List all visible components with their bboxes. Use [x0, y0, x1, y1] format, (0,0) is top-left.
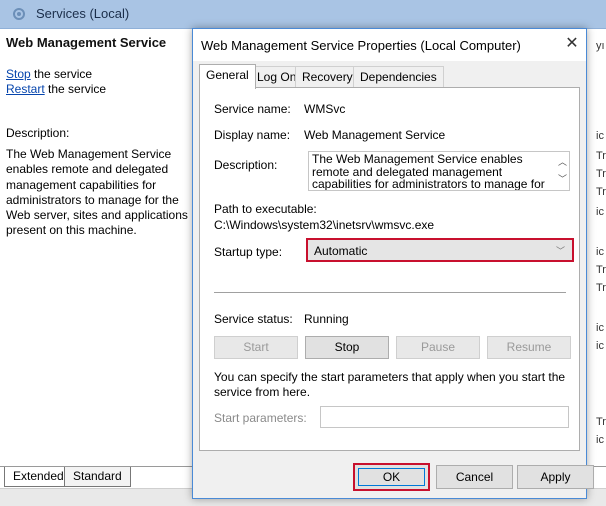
- tab-recovery[interactable]: Recovery: [295, 66, 360, 88]
- list-item: ic: [596, 322, 604, 334]
- list-item: ic: [596, 206, 604, 218]
- service-name-label: Service name:: [214, 102, 291, 116]
- scroll-down-icon[interactable]: ﹀: [558, 172, 567, 185]
- list-item: Tr: [596, 150, 606, 162]
- ok-button[interactable]: OK: [353, 463, 430, 491]
- path-value: C:\Windows\system32\inetsrv\wmsvc.exe: [214, 218, 435, 232]
- start-params-hint: You can specify the start parameters tha…: [214, 370, 566, 399]
- dialog-titlebar: Web Management Service Properties (Local…: [193, 29, 586, 61]
- divider: [214, 292, 566, 293]
- restart-service-link[interactable]: Restart: [6, 82, 45, 96]
- list-item: ic: [596, 130, 604, 142]
- list-item: ic: [596, 246, 604, 258]
- ok-label: OK: [382, 470, 401, 484]
- description-scrollbar[interactable]: ︿ ﹀: [555, 152, 569, 190]
- general-tab-panel: Service name: WMSvc Display name: Web Ma…: [199, 87, 580, 451]
- start-params-input[interactable]: [320, 406, 569, 428]
- tab-general[interactable]: General: [199, 64, 256, 89]
- list-item: Tr: [596, 186, 606, 198]
- resume-button[interactable]: Resume: [487, 336, 571, 359]
- startup-type-label: Startup type:: [214, 245, 283, 259]
- startup-type-select[interactable]: Automatic ﹀: [306, 238, 574, 262]
- description-text: The Web Management Service enables remot…: [312, 152, 545, 191]
- service-details-pane: Web Management Service Stop the service …: [0, 29, 192, 459]
- list-item: Tr: [596, 282, 606, 294]
- close-icon[interactable]: ✕: [562, 34, 582, 54]
- service-description: The Web Management Service enables remot…: [6, 147, 188, 238]
- start-params-label: Start parameters:: [214, 411, 307, 425]
- tab-dependencies[interactable]: Dependencies: [353, 66, 444, 88]
- path-label: Path to executable:: [214, 202, 317, 216]
- list-item: ic: [596, 340, 604, 352]
- stop-service-line: Stop the service: [6, 67, 92, 81]
- service-properties-dialog: Web Management Service Properties (Local…: [192, 28, 594, 499]
- stop-service-link[interactable]: Stop: [6, 67, 31, 81]
- restart-service-line: Restart the service: [6, 82, 106, 96]
- restart-service-suffix: the service: [44, 82, 107, 96]
- display-name-value: Web Management Service: [304, 128, 446, 142]
- apply-button[interactable]: Apply: [517, 465, 594, 489]
- stop-service-suffix: the service: [30, 67, 93, 81]
- cancel-button[interactable]: Cancel: [436, 465, 513, 489]
- pause-button[interactable]: Pause: [396, 336, 480, 359]
- start-button[interactable]: Start: [214, 336, 298, 359]
- list-item: Tr: [596, 168, 606, 180]
- service-status-label: Service status:: [214, 312, 293, 326]
- list-item: Tr: [596, 416, 606, 428]
- services-header-title: Services (Local): [36, 6, 130, 21]
- list-item: Tr: [596, 264, 606, 276]
- description-label: Description:: [6, 126, 70, 140]
- service-status-value: Running: [304, 312, 349, 326]
- description-textbox[interactable]: The Web Management Service enables remot…: [308, 151, 570, 191]
- selected-service-name: Web Management Service: [6, 35, 167, 50]
- tab-standard[interactable]: Standard: [64, 467, 131, 487]
- stop-button[interactable]: Stop: [305, 336, 389, 359]
- service-name-value: WMSvc: [304, 102, 346, 116]
- list-item: ic: [596, 434, 604, 446]
- services-header: Services (Local): [0, 0, 606, 29]
- description-label: Description:: [214, 158, 278, 172]
- display-name-label: Display name:: [214, 128, 291, 142]
- startup-type-value: Automatic: [314, 244, 368, 258]
- gear-icon: [13, 8, 25, 20]
- tab-extended[interactable]: Extended: [4, 467, 73, 487]
- chevron-down-icon: ﹀: [555, 246, 565, 256]
- scroll-up-icon[interactable]: ︿: [558, 155, 567, 168]
- list-item: yı: [596, 40, 605, 52]
- dialog-title: Web Management Service Properties (Local…: [201, 38, 521, 53]
- services-list-fragment: yı ic Tr Tr Tr ic ic Tr Tr ic ic Tr ic: [596, 40, 606, 470]
